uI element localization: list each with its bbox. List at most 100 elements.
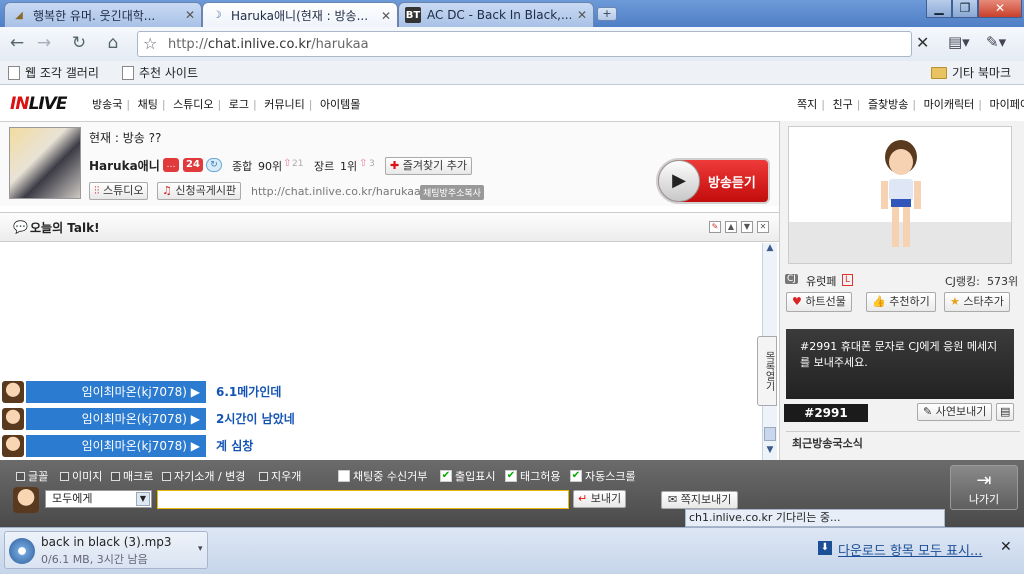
page-menu-icon[interactable]: ▤▾	[948, 33, 970, 51]
window-close-button[interactable]: ✕	[978, 0, 1022, 18]
chevron-down-icon[interactable]: ▾	[198, 544, 203, 554]
nav-itemmall[interactable]: 아이템몰	[320, 98, 360, 111]
scroll-up-icon[interactable]: ▲	[764, 243, 776, 257]
tab-acdc[interactable]: BT AC DC - Back In Black,... ✕	[398, 2, 594, 27]
maximize-button[interactable]: ❐	[952, 0, 978, 18]
tab-humor[interactable]: ◢ 행복한 유머. 웃긴대학... ✕	[4, 2, 202, 27]
memo-icon[interactable]: ▤	[996, 403, 1015, 421]
checkmark-icon: ✔	[505, 470, 517, 482]
address-bar[interactable]: ☆ http://chat.inlive.co.kr/harukaa	[137, 31, 912, 57]
scroll-up-icon[interactable]: ▲	[725, 221, 737, 233]
stop-icon[interactable]: ✕	[916, 33, 929, 52]
forward-button[interactable]: →	[31, 32, 57, 56]
logo-suffix: LIVE	[28, 94, 68, 114]
nav-my-character[interactable]: 마이캐릭터	[924, 98, 975, 111]
copy-url-button[interactable]: 채팅방주소복사	[420, 185, 484, 200]
auto-scroll-checkbox[interactable]: ✔ 자동스크롤	[570, 468, 636, 484]
music-note-icon: ♫	[162, 184, 176, 197]
other-bookmarks[interactable]: 기타 북마크	[931, 64, 1011, 81]
intro-label: 자기소개 / 변경	[174, 470, 246, 483]
user-avatar	[2, 435, 24, 457]
minimize-button[interactable]: ▁	[926, 0, 952, 18]
open-list-tab[interactable]: 목록열기	[757, 336, 777, 406]
url-path: /harukaa	[311, 37, 369, 52]
tag-allow-checkbox[interactable]: ✔ 태그허용	[505, 468, 560, 484]
send-button[interactable]: ↵ 보내기	[573, 490, 627, 508]
intro-button[interactable]: 자기소개 / 변경	[162, 468, 245, 484]
close-icon[interactable]: ✕	[381, 9, 391, 23]
auto-scroll-label: 자동스크롤	[585, 470, 636, 483]
scroll-down-icon[interactable]: ▼	[741, 221, 753, 233]
nav-friends[interactable]: 친구	[832, 98, 852, 111]
download-item[interactable]: back in black (3).mp3 0/6.1 MB, 3시간 남음 ▾	[4, 531, 208, 569]
tab-haruka[interactable]: ☽ Haruka애니(현재 : 방송... ✕	[202, 2, 398, 28]
audio-file-icon	[9, 538, 35, 564]
bookmark-label: 웹 조각 갤러리	[25, 66, 99, 80]
broadcaster-name: Haruka애니	[89, 159, 160, 173]
macro-button[interactable]: 매크로	[111, 468, 153, 484]
logo-prefix: IN	[10, 94, 30, 114]
scroll-thumb[interactable]	[764, 427, 776, 441]
nav-notes[interactable]: 쪽지	[797, 98, 817, 111]
chat-user[interactable]: 임이최마온(kj7078) ▶	[26, 435, 206, 457]
show-all-downloads-link[interactable]: 다운로드 항목 모두 표시...	[838, 540, 982, 559]
recommend-button[interactable]: 👍 추천하기	[866, 292, 936, 312]
reject-checkbox[interactable]: 채팅중 수신거부	[338, 468, 427, 484]
edit-icon[interactable]: ✎	[709, 221, 721, 233]
inlive-logo[interactable]: INLIVE	[10, 94, 67, 114]
listen-button[interactable]: ▶ 방송듣기	[656, 158, 770, 204]
chat-user[interactable]: 임이최마온(kj7078) ▶	[26, 381, 206, 403]
wrench-icon[interactable]: ✎▾	[986, 33, 1006, 51]
exit-button[interactable]: ⇥ 나가기	[950, 465, 1018, 510]
send-note-label: 쪽지보내기	[680, 493, 732, 506]
nav-my-page[interactable]: 마이페이지	[989, 98, 1024, 111]
eraser-label: 지우개	[271, 470, 302, 483]
add-favorite-button[interactable]: ✚ 즐겨찾기 추가	[385, 157, 472, 175]
refresh-icon[interactable]: ↻	[206, 158, 222, 172]
exit-label: 나가기	[968, 493, 1000, 506]
chat-user[interactable]: 임이최마온(kj7078) ▶	[26, 408, 206, 430]
star-icon[interactable]: ☆	[143, 34, 157, 53]
reload-button[interactable]: ↻	[66, 32, 92, 56]
bookmark-web-slice[interactable]: 웹 조각 갤러리	[8, 64, 99, 81]
nav-community[interactable]: 커뮤니티	[264, 98, 304, 111]
send-label: 보내기	[590, 492, 622, 505]
request-board-button[interactable]: ♫ 신청곡게시판	[157, 182, 242, 200]
close-icon[interactable]: ✕	[757, 221, 769, 233]
recipient-select[interactable]: 모두에게 ▼	[45, 490, 152, 508]
bookmark-recommended[interactable]: 추천 사이트	[122, 64, 198, 81]
chevron-down-icon: ▼	[136, 492, 150, 506]
nav-log[interactable]: 로그	[229, 98, 249, 111]
new-tab-button[interactable]: +	[597, 7, 617, 21]
close-icon[interactable]: ✕	[1000, 539, 1012, 555]
thumb-icon: 👍	[872, 295, 886, 308]
chat-text: 2시간이 남았네	[216, 412, 295, 426]
entry-display-label: 출입표시	[455, 470, 496, 483]
nav-studio[interactable]: 스튜디오	[173, 98, 213, 111]
genre-rank-label: 장르	[314, 160, 335, 173]
enter-icon: ↵	[578, 492, 588, 505]
image-button[interactable]: 이미지	[60, 468, 102, 484]
nav-fav-broadcasts[interactable]: 즐찾방송	[868, 98, 908, 111]
home-button[interactable]: ⌂	[100, 32, 126, 56]
heart-gift-button[interactable]: ♥ 하트선물	[786, 292, 852, 312]
overall-rank: 90위	[258, 160, 283, 173]
close-icon[interactable]: ✕	[185, 8, 195, 22]
back-button[interactable]: ←	[4, 32, 30, 56]
web-page: INLIVE 방송국 | 채팅 | 스튜디오 | 로그 | 커뮤니티 | 아이템몰 쪽지 |…	[0, 86, 1024, 527]
add-star-button[interactable]: ★ 스타추가	[944, 292, 1010, 312]
site-nav: 방송국 | 채팅 | 스튜디오 | 로그 | 커뮤니티 | 아이템몰	[92, 98, 361, 111]
send-note-button[interactable]: ✉ 쪽지보내기	[661, 491, 739, 509]
chat-text: 계 심창	[216, 439, 254, 453]
font-button[interactable]: 글꼴	[16, 468, 48, 484]
close-icon[interactable]: ✕	[577, 8, 587, 22]
studio-button[interactable]: ⫶⫶ 스튜디오	[89, 182, 149, 200]
nav-broadcast[interactable]: 방송국	[92, 98, 122, 111]
chat-message-input[interactable]	[157, 490, 569, 509]
nav-chat[interactable]: 채팅	[138, 98, 158, 111]
scroll-down-icon[interactable]: ▼	[764, 445, 776, 459]
eraser-button[interactable]: 지우개	[259, 468, 301, 484]
send-story-button[interactable]: ✎ 사연보내기	[917, 403, 993, 421]
entry-display-checkbox[interactable]: ✔ 출입표시	[440, 468, 495, 484]
plus-icon: ✚	[390, 159, 403, 172]
